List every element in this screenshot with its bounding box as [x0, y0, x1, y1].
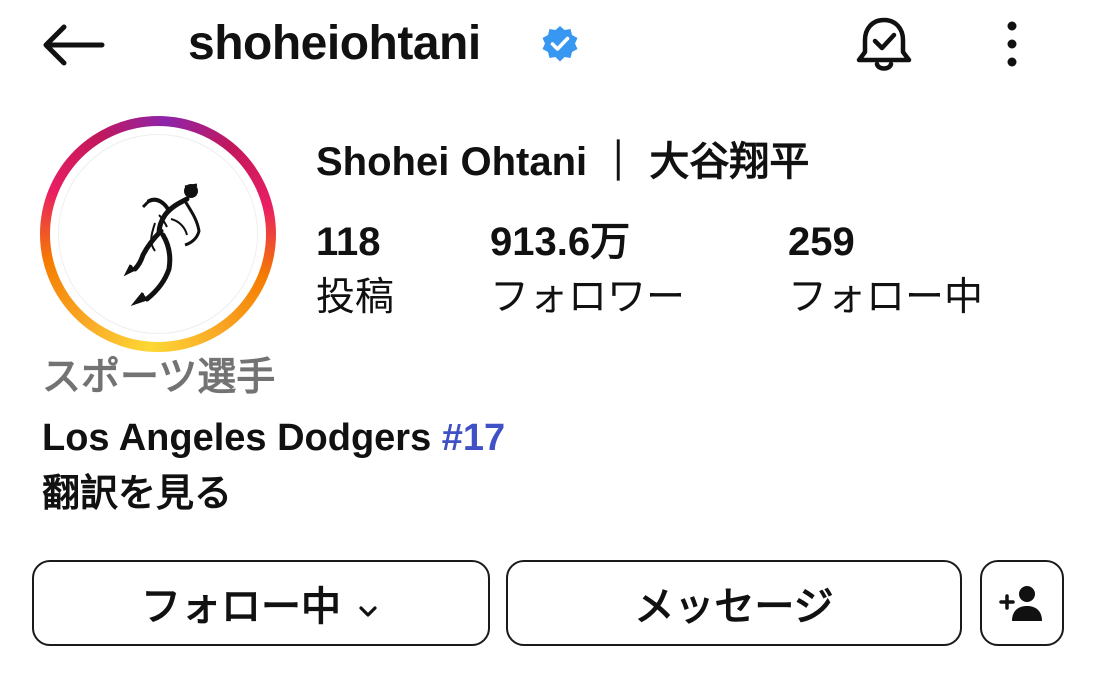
profile-category: スポーツ選手 — [42, 356, 276, 399]
back-button[interactable] — [40, 22, 106, 68]
verified-badge-icon — [540, 24, 580, 64]
profile-avatar[interactable] — [40, 116, 276, 352]
chevron-down-icon — [355, 590, 381, 617]
baseball-player-sketch — [123, 183, 201, 307]
stat-following[interactable]: 259 フォロー中 — [788, 214, 983, 326]
stat-posts-value: 118 — [316, 220, 381, 264]
stat-following-value: 259 — [788, 220, 855, 264]
more-options-button[interactable] — [990, 18, 1034, 70]
notifications-button[interactable] — [852, 14, 916, 76]
suggested-users-button[interactable] — [980, 560, 1064, 646]
message-button[interactable]: メッセージ — [506, 560, 962, 646]
stat-posts[interactable]: 118 投稿 — [316, 214, 394, 326]
bell-check-icon — [856, 17, 912, 71]
stat-followers[interactable]: 913.6万 フォロワー — [490, 214, 685, 326]
person-add-icon — [999, 586, 1042, 621]
avatar-image — [58, 134, 258, 334]
profile-page: shoheiohtani Shohei Ohtani ｜ 大谷翔平 118 投稿… — [0, 0, 1096, 680]
more-vertical-icon — [1007, 21, 1017, 67]
see-translation-link[interactable]: 翻訳を見る — [42, 466, 232, 522]
stat-followers-label: フォロワー — [490, 276, 686, 319]
stat-followers-value: 913.6万 — [490, 220, 631, 264]
stat-posts-label: 投稿 — [316, 276, 395, 319]
top-bar: shoheiohtani — [0, 0, 1096, 90]
profile-bio: Los Angeles Dodgers #17 — [42, 410, 505, 466]
profile-full-name: Shohei Ohtani ｜ 大谷翔平 — [316, 140, 810, 184]
avatar-ring-gap — [50, 126, 266, 342]
message-button-label: メッセージ — [634, 585, 834, 629]
profile-username: shoheiohtani — [188, 17, 481, 70]
bio-text: Los Angeles Dodgers — [42, 417, 442, 459]
bio-hashtag-link[interactable]: #17 — [442, 417, 505, 459]
arrow-left-icon — [43, 24, 105, 66]
following-button-label: フォロー中 — [141, 585, 341, 629]
stat-following-label: フォロー中 — [788, 276, 984, 319]
following-button[interactable]: フォロー中 — [32, 560, 490, 646]
